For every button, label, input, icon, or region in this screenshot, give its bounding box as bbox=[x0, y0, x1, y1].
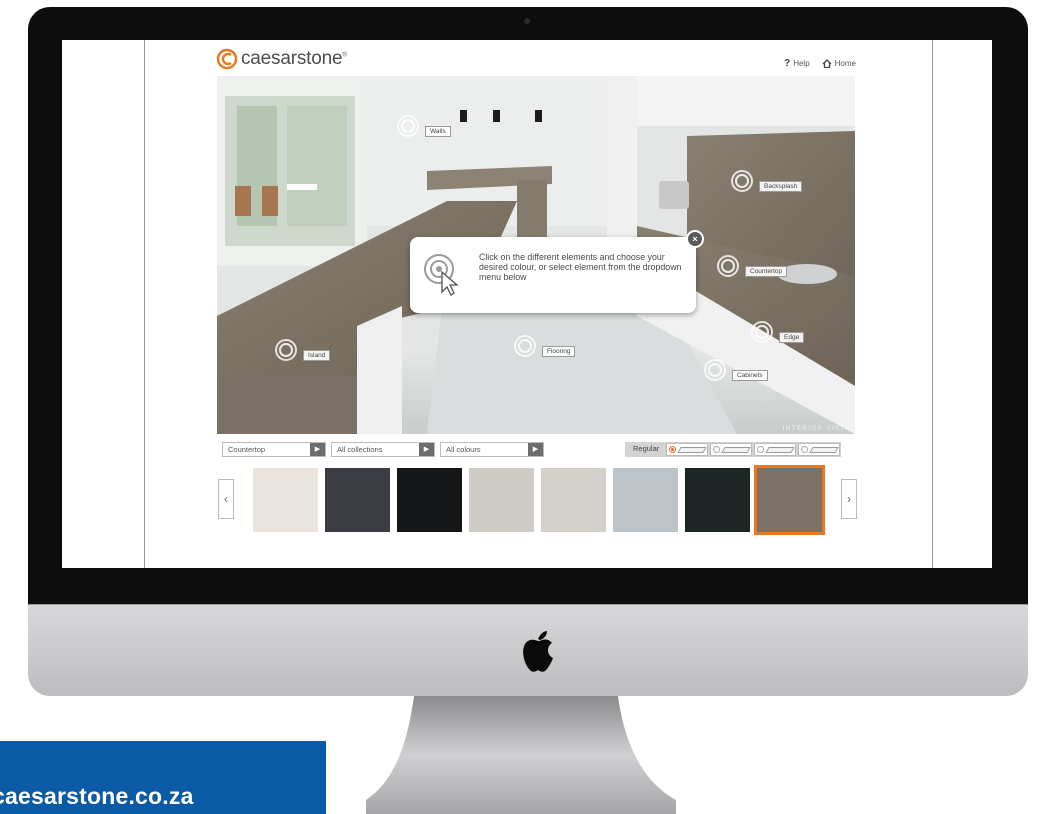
hotspot-island[interactable]: Island bbox=[275, 338, 331, 361]
apple-logo-icon bbox=[523, 631, 553, 672]
countertop-target-icon bbox=[717, 254, 739, 277]
colour-dropdown-arrow-icon: ▶ bbox=[528, 443, 543, 456]
edge-profile-option[interactable] bbox=[710, 443, 753, 456]
hotspot-countertop[interactable]: Countertop bbox=[717, 254, 788, 277]
hotspot-walls[interactable]: Walls bbox=[397, 114, 451, 137]
close-callout-button[interactable]: × bbox=[686, 230, 704, 248]
hotspot-cabinets[interactable]: Cabinets bbox=[704, 358, 768, 381]
taupe-concrete-swatch[interactable] bbox=[754, 465, 825, 535]
backsplash-target-icon bbox=[731, 169, 753, 192]
countertop-label: Countertop bbox=[745, 266, 788, 277]
help-label: Help bbox=[793, 59, 810, 68]
radio-icon bbox=[757, 446, 765, 453]
help-icon: ? bbox=[784, 58, 791, 69]
trademark: ® bbox=[342, 52, 347, 59]
edge-profile-icon bbox=[677, 446, 707, 453]
home-label: Home bbox=[834, 59, 856, 68]
home-icon bbox=[822, 59, 832, 68]
collection-dropdown-value: All collections bbox=[337, 445, 383, 454]
backsplash-label: Backsplash bbox=[759, 181, 803, 192]
radio-icon bbox=[801, 446, 809, 453]
hotspot-backsplash[interactable]: Backsplash bbox=[731, 169, 803, 192]
edge-profile-icon bbox=[809, 446, 839, 453]
collection-dropdown-arrow-icon: ▶ bbox=[419, 443, 434, 456]
instruction-text: Click on the different elements and choo… bbox=[479, 252, 682, 282]
dark-green-leather-swatch[interactable] bbox=[685, 468, 750, 532]
edge-profile-selector: Regular bbox=[625, 442, 842, 457]
carousel-next-button[interactable]: › bbox=[841, 479, 857, 519]
dark-grey-granite-swatch[interactable] bbox=[325, 468, 390, 532]
click-hotspot-icon bbox=[424, 254, 459, 296]
brand-name: caesarstone bbox=[241, 48, 343, 69]
light-grey-concrete-swatch[interactable] bbox=[469, 468, 534, 532]
cabinets-label: Cabinets bbox=[732, 370, 768, 381]
edge-target-icon bbox=[751, 320, 773, 343]
radio-selected-icon bbox=[669, 446, 677, 453]
edge-profile-option[interactable] bbox=[798, 443, 841, 456]
edge-profile-icon bbox=[721, 446, 751, 453]
help-link[interactable]: ? Help bbox=[784, 58, 810, 69]
caesarstone-logo-icon bbox=[216, 48, 238, 70]
caesarstone-logo[interactable]: caesarstone® bbox=[216, 48, 347, 70]
interior-vista-watermark: INTERIOR VISTA bbox=[782, 426, 851, 432]
embossed-pattern-swatch[interactable] bbox=[613, 468, 678, 532]
website-url[interactable]: caesarstone.co.za bbox=[0, 783, 194, 810]
black-marble-swatch[interactable] bbox=[397, 468, 462, 532]
website-banner: caesarstone.co.za bbox=[0, 741, 326, 814]
element-dropdown-arrow-icon: ▶ bbox=[310, 443, 325, 456]
page-border-left bbox=[144, 40, 145, 568]
island-label: Island bbox=[303, 350, 331, 361]
imac-chin bbox=[28, 604, 1028, 696]
hotspot-edge[interactable]: Edge bbox=[751, 320, 805, 343]
edge-profile-label: Regular bbox=[633, 444, 660, 453]
instruction-callout: Click on the different elements and choo… bbox=[410, 237, 696, 313]
home-link[interactable]: Home bbox=[822, 58, 856, 69]
hotspot-flooring[interactable]: Flooring bbox=[514, 334, 576, 357]
element-dropdown[interactable]: Countertop ▶ bbox=[222, 442, 326, 457]
flooring-target-icon bbox=[514, 334, 536, 357]
edge-profile-option[interactable] bbox=[754, 443, 797, 456]
carousel-prev-button[interactable]: ‹ bbox=[218, 479, 234, 519]
colour-dropdown[interactable]: All colours ▶ bbox=[440, 442, 544, 457]
cabinets-target-icon bbox=[704, 358, 726, 381]
colour-swatch-carousel: ‹ › bbox=[217, 464, 857, 536]
edge-profile-option[interactable] bbox=[666, 443, 709, 456]
element-dropdown-value: Countertop bbox=[228, 445, 266, 454]
white-marble-swatch[interactable] bbox=[253, 468, 318, 532]
flooring-label: Flooring bbox=[542, 346, 576, 357]
edge-profile-icon bbox=[765, 446, 795, 453]
colour-dropdown-value: All colours bbox=[446, 445, 481, 454]
island-target-icon bbox=[275, 338, 297, 361]
camera-dot bbox=[524, 18, 530, 24]
filter-controls: Countertop ▶ All collections ▶ All colou… bbox=[222, 442, 852, 458]
walls-target-icon bbox=[397, 114, 419, 137]
radio-icon bbox=[713, 446, 721, 453]
walls-label: Walls bbox=[425, 126, 451, 137]
page-border-right bbox=[932, 40, 933, 568]
pale-grey-swatch[interactable] bbox=[541, 468, 606, 532]
top-navigation: ? Help Home bbox=[784, 58, 856, 69]
edge-label: Edge bbox=[779, 332, 805, 343]
collection-dropdown[interactable]: All collections ▶ bbox=[331, 442, 435, 457]
browser-screen: caesarstone® ? Help Home Walls Backsplas… bbox=[62, 40, 992, 568]
